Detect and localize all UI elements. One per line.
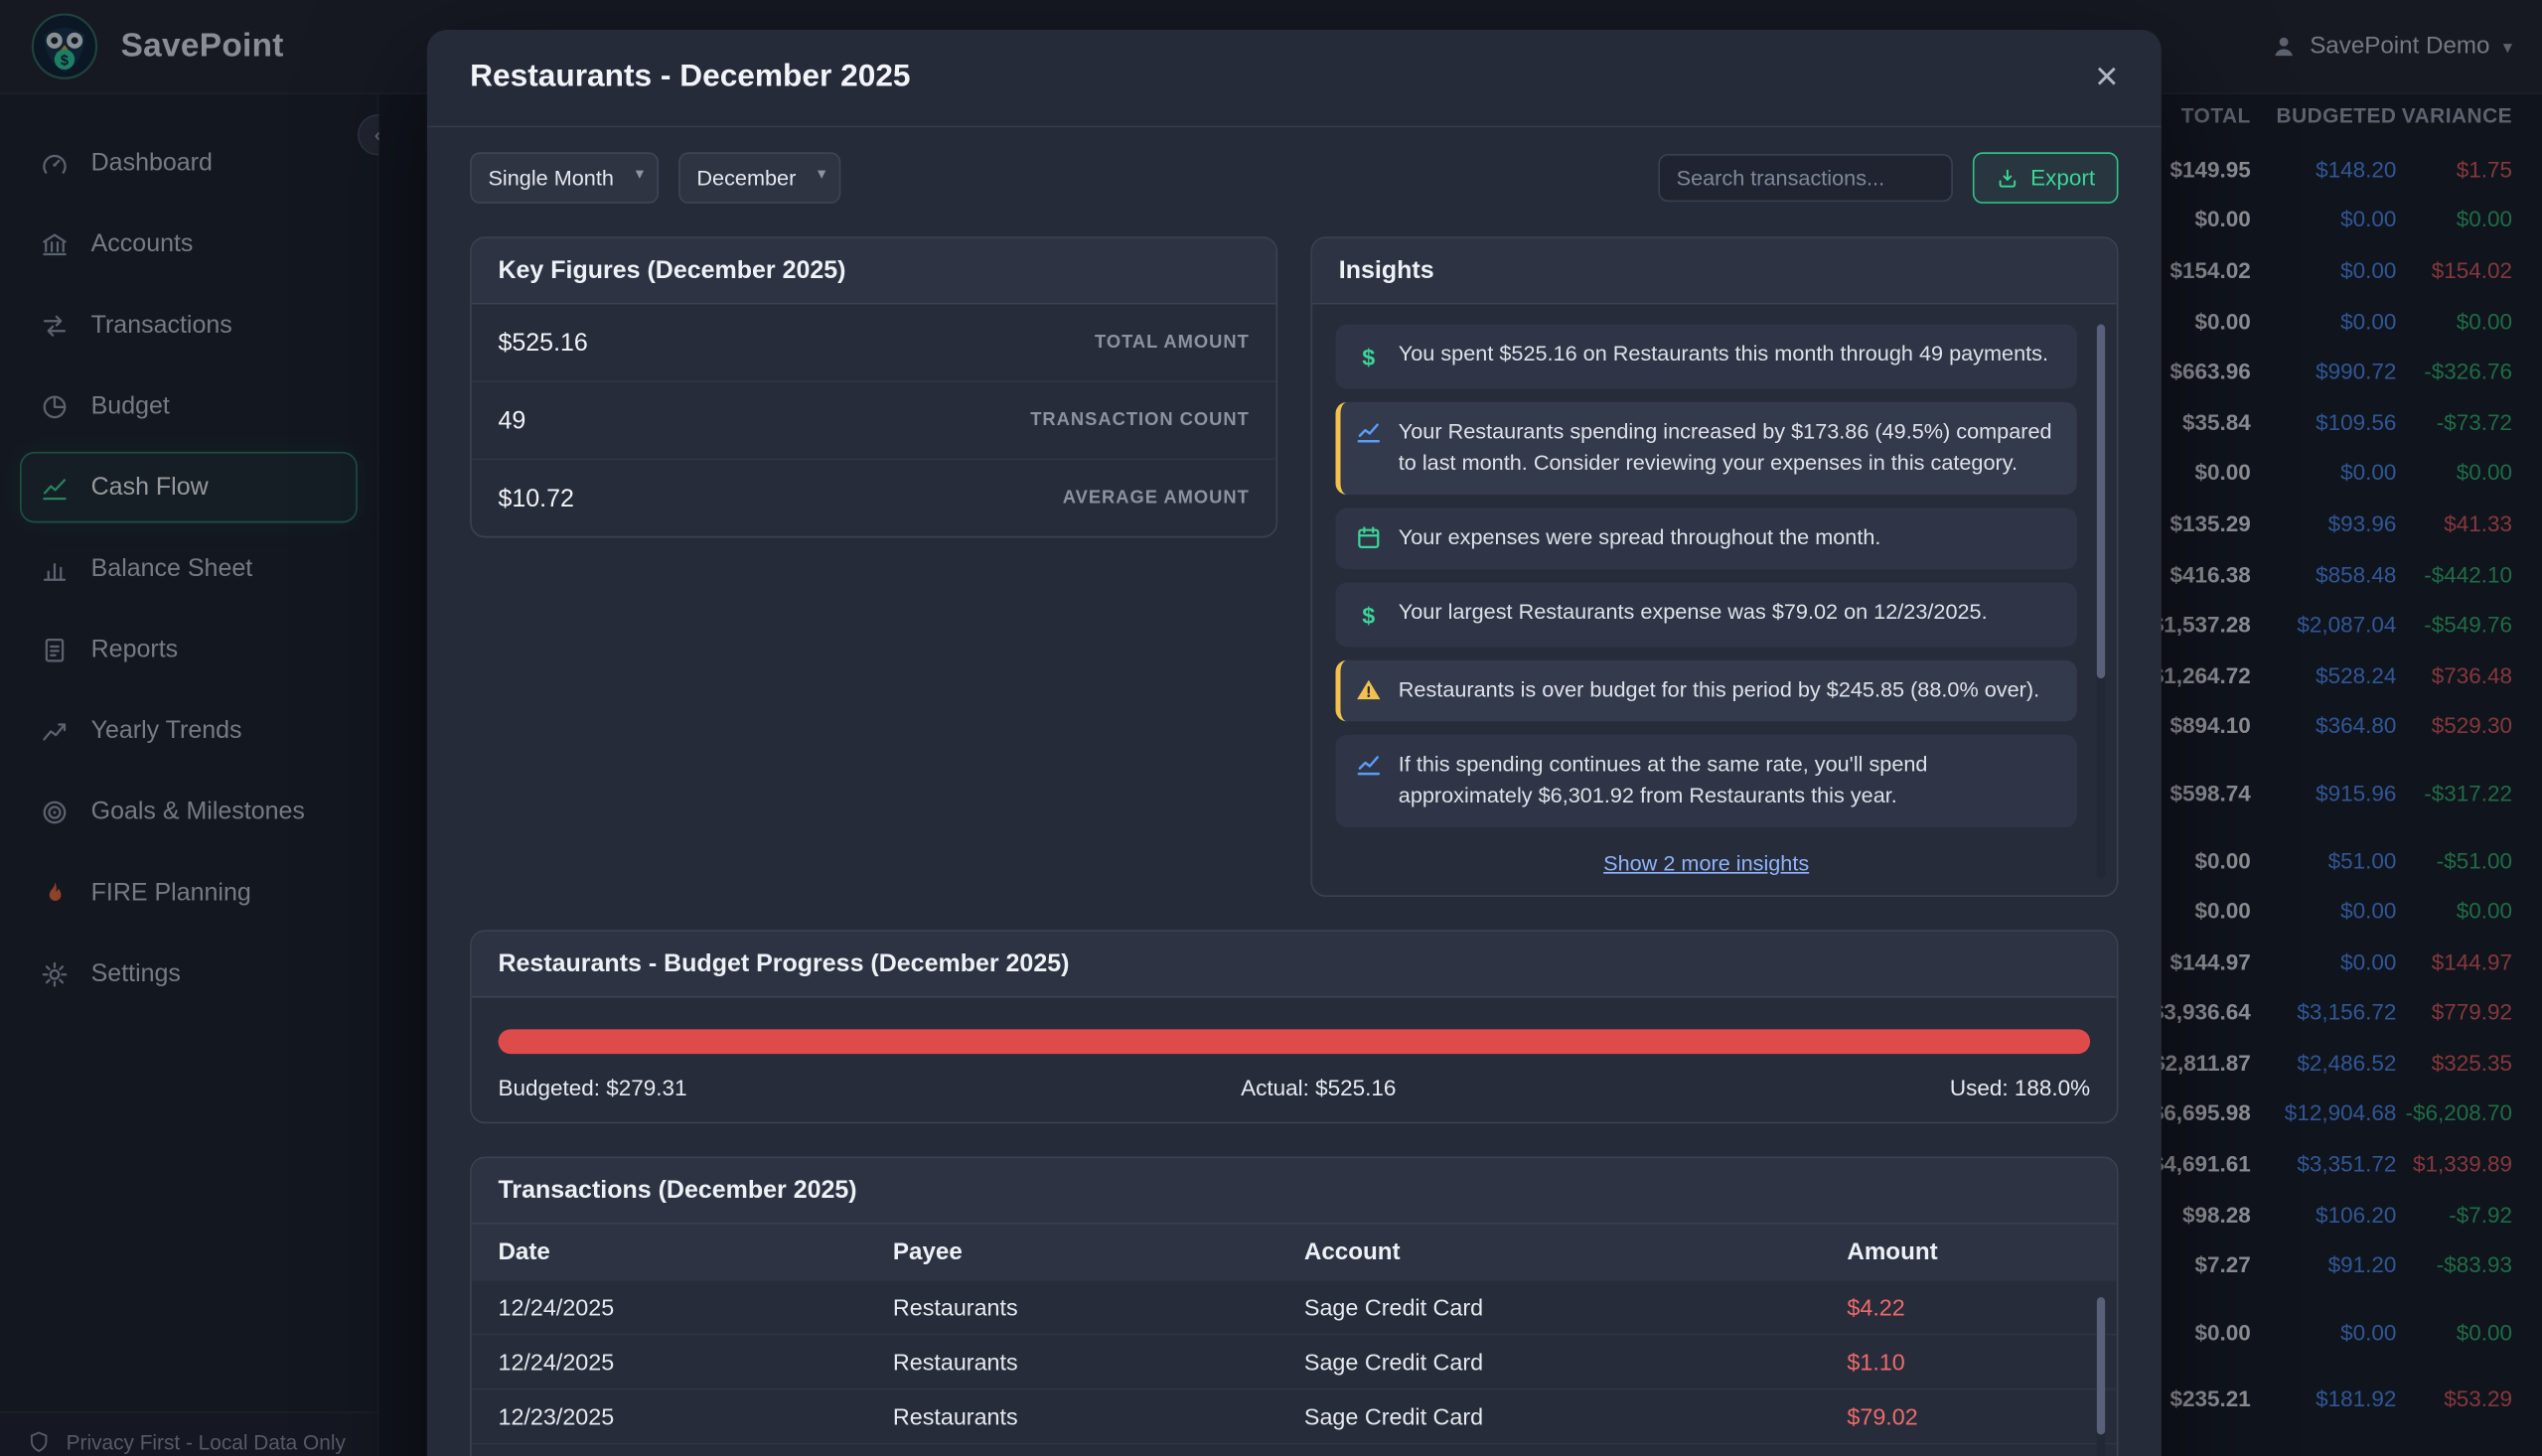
show-more-insights-link[interactable]: Show 2 more insights bbox=[1335, 840, 2076, 882]
key-figure-row: 49 TRANSACTION COUNT bbox=[472, 382, 1276, 460]
budget-progress-body: Budgeted: $279.31 Actual: $525.16 Used: … bbox=[472, 997, 2117, 1121]
transaction-row[interactable]: 12/23/2025RestaurantsSage Credit Card$79… bbox=[472, 1388, 2117, 1443]
category-detail-modal: Restaurants - December 2025 × Single Mon… bbox=[427, 30, 2162, 1456]
export-button-label: Export bbox=[2030, 166, 2095, 191]
insights-panel: Insights $ You spent $525.16 on Restauran… bbox=[1310, 236, 2118, 896]
key-figure-row: $10.72 AVERAGE AMOUNT bbox=[472, 460, 1276, 536]
transaction-row[interactable]: 12/24/2025RestaurantsSage Credit Card$1.… bbox=[472, 1334, 2117, 1388]
transaction-account: Sage Credit Card bbox=[1277, 1443, 1820, 1456]
transaction-payee: Restaurants bbox=[866, 1443, 1277, 1456]
budget-progress-track bbox=[498, 1029, 2090, 1054]
insights-scrollbar[interactable] bbox=[2097, 325, 2105, 879]
column-header-date: Date bbox=[472, 1224, 866, 1280]
transaction-date: 12/24/2025 bbox=[472, 1334, 866, 1388]
insight-text: Your Restaurants spending increased by $… bbox=[1399, 417, 2057, 480]
insight-item: $ You spent $525.16 on Restaurants this m… bbox=[1335, 325, 2076, 389]
transaction-amount: $1.10 bbox=[1821, 1334, 2117, 1388]
insight-text: Your expenses were spread throughout the… bbox=[1399, 522, 1881, 553]
warning-icon bbox=[1355, 677, 1382, 704]
column-header-amount: Amount bbox=[1821, 1224, 2117, 1280]
dollar-icon: $ bbox=[1355, 599, 1382, 633]
key-figure-value: $10.72 bbox=[498, 484, 573, 511]
column-header-payee: Payee bbox=[866, 1224, 1277, 1280]
transaction-amount: $79.02 bbox=[1821, 1388, 2117, 1443]
transaction-date: 12/24/2025 bbox=[472, 1280, 866, 1334]
modal-header: Restaurants - December 2025 × bbox=[427, 30, 2162, 127]
transaction-account: Sage Credit Card bbox=[1277, 1280, 1820, 1334]
transaction-date: 12/23/2025 bbox=[472, 1388, 866, 1443]
key-figure-value: 49 bbox=[498, 406, 525, 434]
budget-progress-title: Restaurants - Budget Progress (December … bbox=[472, 931, 2117, 997]
search-input[interactable] bbox=[1658, 154, 1953, 202]
insight-item: Your expenses were spread throughout the… bbox=[1335, 508, 2076, 568]
export-button[interactable]: Export bbox=[1973, 152, 2119, 204]
modal-title: Restaurants - December 2025 bbox=[470, 60, 910, 96]
key-figure-label: TRANSACTION COUNT bbox=[1030, 410, 1250, 430]
transactions-table-wrap: Date Payee Account Amount 12/24/2025Rest… bbox=[472, 1224, 2117, 1456]
transactions-title: Transactions (December 2025) bbox=[472, 1158, 2117, 1225]
key-figures-panel: Key Figures (December 2025) $525.16 TOTA… bbox=[470, 236, 1277, 537]
chart-icon bbox=[1355, 419, 1382, 446]
modal-body: Key Figures (December 2025) $525.16 TOTA… bbox=[427, 223, 2162, 1456]
modal-controls: Single Month ▾ December ▾ Export bbox=[427, 127, 2162, 223]
key-figures-title: Key Figures (December 2025) bbox=[472, 238, 1276, 305]
insight-text: Your largest Restaurants expense was $79… bbox=[1399, 597, 1988, 628]
month-select[interactable]: December bbox=[678, 152, 840, 204]
app-root: $ SavePoint SavePoint Demo ▾ ‹ Dashboard… bbox=[0, 0, 2542, 1456]
insight-item: $ Your largest Restaurants expense was $7… bbox=[1335, 582, 2076, 647]
period-type-select[interactable]: Single Month bbox=[470, 152, 659, 204]
transaction-account: Sage Credit Card bbox=[1277, 1388, 1820, 1443]
insights-list: $ You spent $525.16 on Restaurants this m… bbox=[1312, 305, 2117, 895]
transaction-payee: Restaurants bbox=[866, 1334, 1277, 1388]
transaction-date: 12/23/2025 bbox=[472, 1443, 866, 1456]
actual-label: Actual: $525.16 bbox=[1241, 1075, 1396, 1099]
transaction-payee: Restaurants bbox=[866, 1388, 1277, 1443]
transactions-scrollbar[interactable] bbox=[2097, 1297, 2105, 1456]
budget-progress-panel: Restaurants - Budget Progress (December … bbox=[470, 930, 2118, 1123]
key-figure-value: $525.16 bbox=[498, 329, 587, 357]
transaction-amount: $49.11 bbox=[1821, 1443, 2117, 1456]
key-figure-label: AVERAGE AMOUNT bbox=[1063, 488, 1250, 508]
dollar-icon: $ bbox=[1355, 341, 1382, 374]
download-icon bbox=[1996, 166, 2019, 189]
budgeted-label: Budgeted: $279.31 bbox=[498, 1075, 686, 1099]
insights-scrollbar-thumb[interactable] bbox=[2097, 325, 2105, 679]
transaction-amount: $4.22 bbox=[1821, 1280, 2117, 1334]
transaction-account: Sage Credit Card bbox=[1277, 1334, 1820, 1388]
transaction-row[interactable]: 12/23/2025RestaurantsSage Credit Card$49… bbox=[472, 1443, 2117, 1456]
used-label: Used: 188.0% bbox=[1950, 1075, 2090, 1099]
transactions-table-body: 12/24/2025RestaurantsSage Credit Card$4.… bbox=[472, 1280, 2117, 1456]
close-icon[interactable]: × bbox=[2095, 58, 2118, 97]
insight-item: Your Restaurants spending increased by $… bbox=[1335, 402, 2076, 495]
column-header-account: Account bbox=[1277, 1224, 1820, 1280]
chart-icon bbox=[1355, 751, 1382, 778]
transactions-panel: Transactions (December 2025) Date Payee … bbox=[470, 1156, 2118, 1456]
insight-text: Restaurants is over budget for this peri… bbox=[1399, 675, 2039, 706]
insight-item: If this spending continues at the same r… bbox=[1335, 735, 2076, 827]
transaction-payee: Restaurants bbox=[866, 1280, 1277, 1334]
budget-progress-labels: Budgeted: $279.31 Actual: $525.16 Used: … bbox=[498, 1075, 2090, 1099]
insight-item: Restaurants is over budget for this peri… bbox=[1335, 660, 2076, 721]
transactions-scrollbar-thumb[interactable] bbox=[2097, 1297, 2105, 1435]
insights-title: Insights bbox=[1312, 238, 2117, 305]
transactions-header-row: Date Payee Account Amount bbox=[472, 1224, 2117, 1280]
insight-text: You spent $525.16 on Restaurants this mo… bbox=[1399, 340, 2048, 370]
key-figure-label: TOTAL AMOUNT bbox=[1095, 333, 1250, 353]
calendar-icon bbox=[1355, 524, 1382, 551]
insight-text: If this spending continues at the same r… bbox=[1399, 750, 2057, 812]
key-figure-row: $525.16 TOTAL AMOUNT bbox=[472, 305, 1276, 382]
budget-progress-bar bbox=[498, 1029, 2090, 1054]
transactions-table: Date Payee Account Amount 12/24/2025Rest… bbox=[472, 1224, 2117, 1456]
transaction-row[interactable]: 12/24/2025RestaurantsSage Credit Card$4.… bbox=[472, 1280, 2117, 1334]
